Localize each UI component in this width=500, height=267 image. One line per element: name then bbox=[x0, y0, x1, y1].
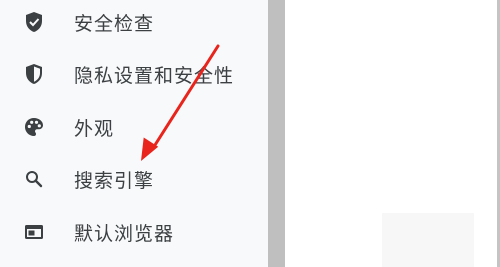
sidebar-item-label: 默认浏览器 bbox=[74, 222, 175, 245]
sidebar-scrollbar[interactable] bbox=[268, 0, 285, 267]
sidebar-item-privacy-security[interactable]: 隐私设置和安全性 bbox=[0, 52, 268, 96]
sidebar-item-default-browser[interactable]: 默认浏览器 bbox=[0, 210, 268, 254]
settings-sidebar: 安全检查 隐私设置和安全性 外观 搜索引擎 默认浏览器 bbox=[0, 0, 268, 267]
main-content bbox=[285, 0, 497, 267]
sidebar-item-label: 搜索引擎 bbox=[74, 169, 155, 192]
sidebar-item-label: 隐私设置和安全性 bbox=[74, 64, 235, 87]
sidebar-item-label: 安全检查 bbox=[74, 12, 155, 35]
sidebar-item-safety-check[interactable]: 安全检查 bbox=[0, 0, 268, 44]
sidebar-item-search-engine[interactable]: 搜索引擎 bbox=[0, 157, 268, 201]
sidebar-item-label: 外观 bbox=[74, 117, 115, 140]
sidebar-item-appearance[interactable]: 外观 bbox=[0, 105, 268, 149]
search-icon bbox=[22, 167, 46, 191]
palette-icon bbox=[22, 115, 46, 139]
browser-window-icon bbox=[22, 220, 46, 244]
shield-half-icon bbox=[22, 62, 46, 86]
content-panel bbox=[382, 213, 474, 267]
shield-check-icon bbox=[22, 10, 46, 34]
